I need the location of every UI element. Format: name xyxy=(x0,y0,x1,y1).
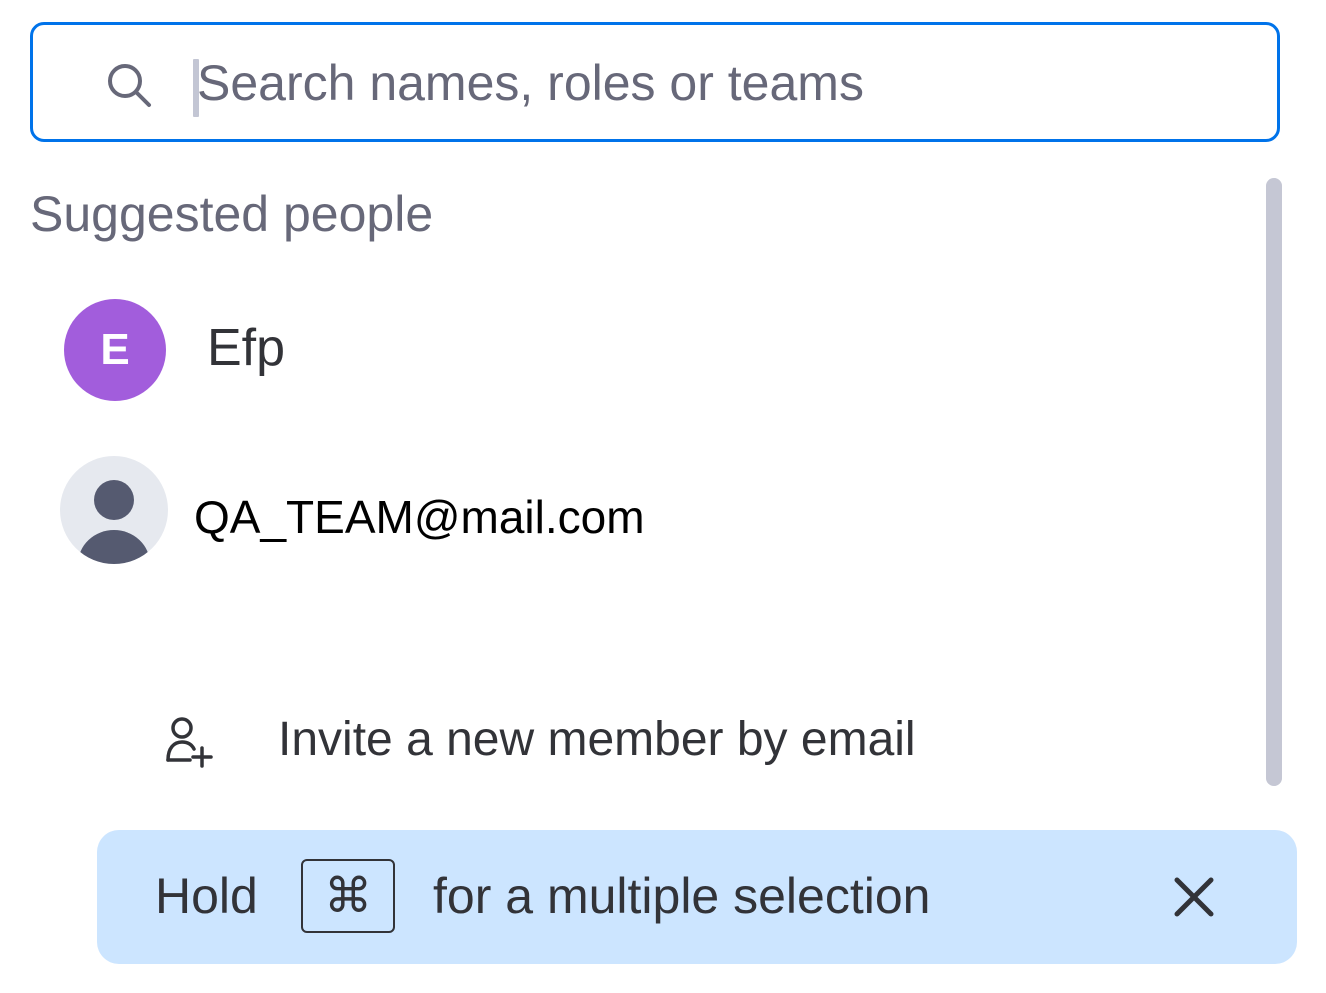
person-name: Efp xyxy=(207,319,286,377)
search-box[interactable] xyxy=(30,22,1280,142)
add-person-icon xyxy=(166,717,213,768)
scrollbar-thumb[interactable] xyxy=(1266,178,1282,786)
text-cursor xyxy=(193,59,199,117)
invite-member-button[interactable]: Invite a new member by email xyxy=(160,700,1060,780)
close-icon[interactable] xyxy=(1165,868,1223,926)
search-input[interactable] xyxy=(191,45,1247,121)
search-icon xyxy=(108,64,151,107)
tip-hold-text: Hold xyxy=(155,868,258,924)
default-avatar-icon xyxy=(60,456,168,564)
person-email: QA_TEAM@mail.com xyxy=(194,491,645,543)
multiple-selection-tip: Hold ⌘ for a multiple selection xyxy=(97,830,1297,964)
suggested-person-qa-team[interactable]: QA_TEAM@mail.com xyxy=(0,456,1250,566)
suggested-person-efp[interactable]: E Efp xyxy=(0,295,1250,405)
command-key-icon: ⌘ xyxy=(301,859,395,933)
avatar: E xyxy=(64,299,166,401)
scrollbar-track[interactable] xyxy=(1266,178,1282,786)
suggested-people-heading: Suggested people xyxy=(30,186,434,242)
tip-text: for a multiple selection xyxy=(433,868,931,924)
invite-member-label: Invite a new member by email xyxy=(278,713,916,766)
